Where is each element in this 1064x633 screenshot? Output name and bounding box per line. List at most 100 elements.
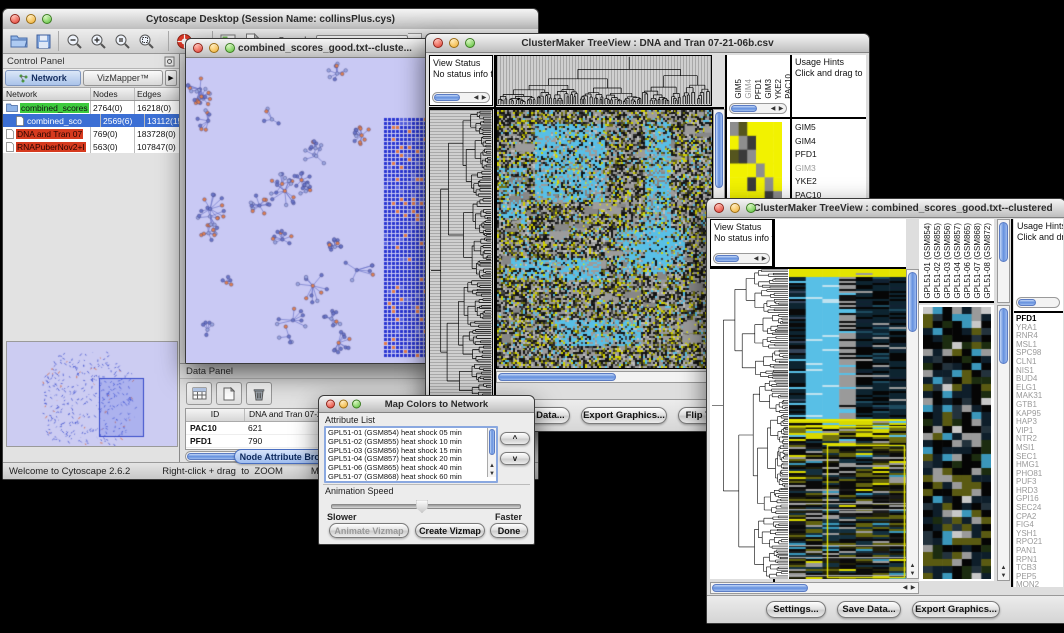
zoom-button[interactable] — [352, 400, 361, 409]
open-file-icon[interactable] — [7, 30, 31, 52]
tv1-gene-list[interactable]: GIM5GIM4PFD1GIM3YKE2PAC10 — [792, 121, 821, 202]
attribute-list-scrollbar[interactable]: ▲▼ — [487, 428, 496, 477]
zoom-out-icon[interactable] — [62, 30, 86, 52]
tv1-gene-label[interactable]: PFD1 — [792, 148, 821, 162]
data-col-id[interactable]: ID — [186, 409, 245, 421]
tv2-settings-button[interactable]: Settings... — [766, 601, 826, 618]
network-table-row[interactable]: combined_sco2569(6)13112(15) — [3, 114, 179, 127]
desktop: Cytoscape Desktop (Session Name: collins… — [0, 0, 1064, 633]
tv2-zoom-heatmap[interactable] — [923, 307, 991, 579]
tv2-gene-label[interactable]: MON2 — [1016, 581, 1042, 587]
zoom-button[interactable] — [42, 14, 52, 24]
close-button[interactable] — [326, 400, 335, 409]
minimize-button[interactable] — [209, 43, 219, 53]
tv1-heatmap[interactable] — [496, 109, 713, 369]
close-button[interactable] — [433, 38, 443, 48]
map-colors-dialog[interactable]: Map Colors to Network Attribute List GPL… — [318, 395, 535, 545]
zoom-button[interactable] — [746, 203, 756, 213]
minimize-button[interactable] — [339, 400, 348, 409]
network-view-window[interactable]: combined_scores_good.txt--cluste... — [185, 38, 437, 364]
tv2-column-label: GPL51-07 (GSM868) — [973, 223, 982, 299]
network-table-header[interactable]: Network Nodes Edges — [3, 88, 179, 101]
move-down-button[interactable]: v — [500, 452, 530, 465]
tv2-row-dendrogram[interactable] — [710, 269, 789, 579]
tv2-column-tree-panel[interactable] — [775, 219, 906, 267]
treeview-dna-titlebar[interactable]: ClusterMaker TreeView : DNA and Tran 07-… — [426, 34, 869, 53]
tv2-column-label: GPL51-08 (GSM872) — [983, 223, 992, 299]
zoom-fit-icon[interactable] — [134, 30, 158, 52]
move-up-button[interactable]: ^ — [500, 432, 530, 445]
tv2-gene-list[interactable]: PFD1YRA1RNR4MSL1SPC98CLN1NIS1BUD4ELG1MAK… — [1016, 315, 1042, 587]
tab-vizmapper[interactable]: VizMapper™ — [83, 70, 163, 86]
tv2-zoom-panel[interactable] — [919, 305, 994, 581]
zoom-button[interactable] — [225, 43, 235, 53]
tv2-right-vscrollbar-top[interactable] — [997, 219, 1010, 303]
tv2-column-labels: GPL51-01 (GSM854)GPL51-02 (GSM855)GPL51-… — [923, 219, 992, 299]
tv2-bottom-hscrollbar[interactable]: ◀▶ — [710, 582, 919, 594]
tv1-heatmap-hscrollbar[interactable]: ◀▶ — [496, 371, 725, 383]
attribute-select-icon[interactable] — [186, 382, 212, 405]
main-titlebar[interactable]: Cytoscape Desktop (Session Name: collins… — [3, 9, 538, 30]
slider-thumb[interactable] — [416, 500, 428, 513]
zoom-in-icon[interactable] — [86, 30, 110, 52]
tv2-heatmap[interactable] — [789, 269, 906, 579]
minimize-button[interactable] — [449, 38, 459, 48]
tv1-gene-label[interactable]: GIM3 — [792, 162, 821, 176]
close-button[interactable] — [714, 203, 724, 213]
tv2-export-graphics-button[interactable]: Export Graphics... — [912, 601, 1000, 618]
tv1-row-dendrogram[interactable] — [430, 110, 492, 398]
tv2-usage-scrollbar[interactable] — [1016, 297, 1060, 308]
network-table-row[interactable]: combined_scores2764(0)16218(0) — [3, 101, 179, 114]
minimize-button[interactable] — [26, 14, 36, 24]
animation-speed-slider[interactable] — [331, 504, 521, 509]
save-icon[interactable] — [31, 30, 55, 52]
tv1-status-scrollbar[interactable]: ◀▶ — [432, 92, 490, 103]
close-button[interactable] — [10, 14, 20, 24]
birds-eye-view[interactable] — [6, 341, 178, 447]
treeview-combined-titlebar[interactable]: ClusterMaker TreeView : combined_scores_… — [707, 199, 1064, 218]
treeview-combined-window[interactable]: ClusterMaker TreeView : combined_scores_… — [706, 198, 1064, 624]
network-canvas[interactable] — [186, 58, 434, 363]
network-table-row[interactable]: RNAPuberNov2+I563(0)107847(0) — [3, 140, 179, 153]
new-attribute-icon[interactable] — [216, 382, 242, 405]
window-controls[interactable] — [10, 14, 52, 24]
minimize-button[interactable] — [730, 203, 740, 213]
float-panel-icon[interactable] — [164, 56, 175, 67]
tv1-column-labels: GIM5GIM4PFD1GIM3YKE2PAC10 — [734, 55, 790, 99]
map-colors-titlebar[interactable]: Map Colors to Network — [319, 396, 534, 413]
tv1-labels-hscrollbar[interactable]: ◀▶ — [729, 103, 787, 114]
create-vizmap-button[interactable]: Create Vizmap — [415, 523, 485, 538]
folder-icon — [6, 103, 18, 112]
tv1-column-label: GIM4 — [744, 79, 753, 99]
animate-vizmap-button[interactable]: Animate Vizmap — [329, 523, 409, 538]
tab-overflow-icon[interactable]: ▶ — [165, 70, 177, 86]
tv2-heatmap-vscrollbar[interactable]: ▲▼ — [906, 269, 919, 579]
tv1-row-dendrogram-panel[interactable] — [429, 109, 493, 399]
tv2-save-data-button[interactable]: Save Data... — [837, 601, 901, 618]
tv1-gene-label[interactable]: GIM5 — [792, 121, 821, 135]
tv1-export-graphics-button[interactable]: Export Graphics... — [581, 407, 667, 424]
attribute-listbox[interactable]: GPL51-01 (GSM854) heat shock 05 minGPL51… — [324, 426, 498, 483]
attribute-list-item[interactable]: GPL51-07 (GSM868) heat shock 60 min — [326, 473, 486, 482]
tv1-column-dendrogram[interactable] — [497, 56, 711, 105]
close-button[interactable] — [193, 43, 203, 53]
tv1-gene-label[interactable]: YKE2 — [792, 175, 821, 189]
network-table-row[interactable]: DNA and Tran 07769(0)183728(0) — [3, 127, 179, 140]
tv1-column-label: PFD1 — [754, 79, 763, 99]
tv1-column-label: GIM3 — [764, 79, 773, 99]
document-icon — [6, 142, 14, 152]
done-button[interactable]: Done — [490, 523, 528, 538]
tv2-status-scrollbar[interactable]: ◀▶ — [713, 253, 770, 264]
zoom-selected-icon[interactable] — [110, 30, 134, 52]
zoom-button[interactable] — [465, 38, 475, 48]
network-view-titlebar[interactable]: combined_scores_good.txt--cluste... — [186, 39, 436, 58]
delete-attribute-icon[interactable] — [246, 382, 272, 405]
control-panel: Control Panel Network VizMapper™ ▶ Netwo… — [3, 54, 180, 463]
tab-network[interactable]: Network — [5, 70, 81, 86]
tv1-column-dendrogram-panel[interactable] — [496, 55, 712, 106]
tv2-right-vscrollbar[interactable]: ▲▼ — [997, 305, 1010, 581]
tv1-view-status-title: View Status — [430, 56, 492, 69]
tv1-zoom-matrix[interactable] — [730, 122, 782, 205]
tv1-gene-label[interactable]: GIM4 — [792, 135, 821, 149]
tv2-row-dendrogram-panel[interactable] — [710, 269, 789, 579]
